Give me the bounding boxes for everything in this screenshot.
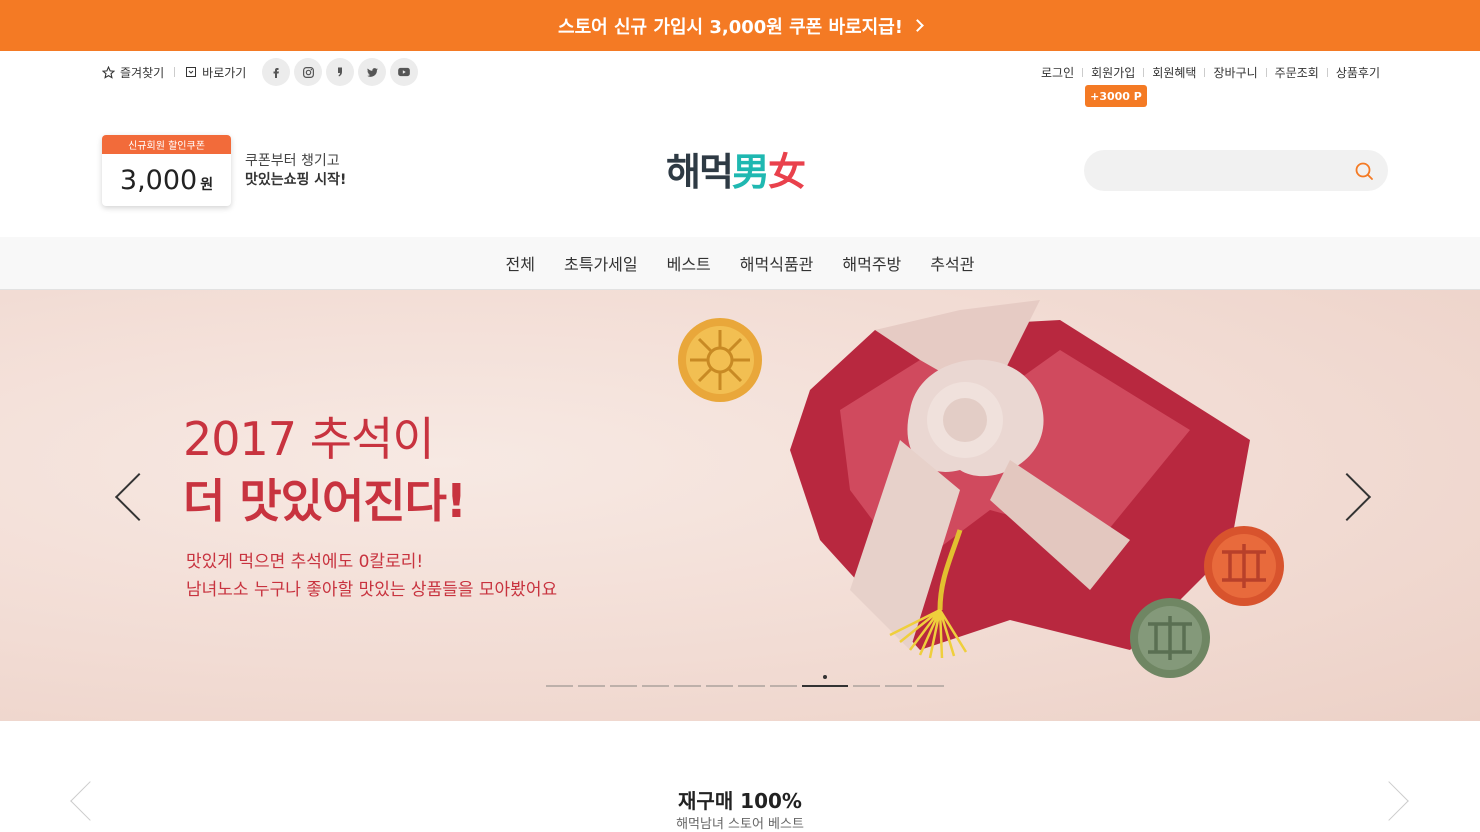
chevron-right-icon: [911, 19, 924, 32]
points-badge: +3000 P: [1085, 85, 1147, 107]
coupon-tagline-line1: 쿠폰부터 챙기고: [245, 153, 340, 169]
reviews-link[interactable]: 상품후기: [1336, 64, 1380, 81]
facebook-icon[interactable]: [262, 58, 291, 86]
slider-dot[interactable]: [802, 675, 848, 687]
coupon-amount: 3,000 원: [102, 154, 231, 206]
slider-dot[interactable]: [642, 685, 669, 687]
divider: [1143, 68, 1145, 77]
youtube-icon[interactable]: [390, 58, 419, 86]
slider-dot[interactable]: [706, 685, 733, 687]
divider: [1082, 68, 1084, 77]
search-box: [1084, 150, 1388, 191]
logo-text-part1: 해먹: [666, 149, 734, 194]
nav-item-best[interactable]: 베스트: [667, 251, 711, 275]
nav-item-food-hall[interactable]: 해먹식품관: [740, 251, 814, 275]
signup-link[interactable]: 회원가입: [1091, 64, 1135, 81]
cart-link[interactable]: 장바구니: [1213, 64, 1257, 81]
logo-text-part2: 男: [731, 149, 770, 194]
bookmark-label: 즐겨찾기: [120, 65, 165, 80]
section-subtitle: 해먹남녀 스토어 베스트: [676, 817, 804, 832]
slider-prev-arrow-icon[interactable]: [114, 472, 164, 522]
slider-dot[interactable]: [917, 685, 944, 687]
search-icon[interactable]: [1352, 159, 1376, 183]
promo-text: 스토어 신규 가입시 3,000원 쿠폰 바로지급!: [558, 16, 903, 38]
slider-dot[interactable]: [885, 685, 912, 687]
hero-title-line1: 2017 추석이: [183, 412, 435, 466]
utility-left: 즐겨찾기 바로가기: [102, 58, 419, 86]
slider-dot[interactable]: [674, 685, 701, 687]
divider: [174, 67, 176, 77]
coupon-tagline-line2: 맛있는쇼핑 시작!: [245, 172, 347, 188]
twitter-icon[interactable]: [358, 58, 387, 86]
hero-title: 2017 추석이 더 맛있어진다!: [183, 408, 467, 532]
slider-dot[interactable]: [610, 685, 637, 687]
hero-subtitle-line2: 남녀노소 누구나 좋아할 맛있는 상품들을 모아봤어요: [186, 580, 558, 600]
order-lookup-link[interactable]: 주문조회: [1275, 64, 1319, 81]
utility-right: 로그인 회원가입 회원혜택 장바구니 주문조회 상품후기: [1041, 64, 1380, 81]
hero-subtitle: 맛있게 먹으면 추석에도 0칼로리! 남녀노소 누구나 좋아할 맛있는 상품들을…: [186, 548, 557, 604]
gift-bundle-illustration: [678, 300, 1284, 678]
divider: [1326, 68, 1328, 77]
nav-item-chuseok[interactable]: 추석관: [930, 251, 974, 275]
promo-banner[interactable]: 스토어 신규 가입시 3,000원 쿠폰 바로지급!: [0, 0, 1480, 51]
main-nav: 전체 초특가세일 베스트 해먹식품관 해먹주방 추석관: [0, 237, 1480, 290]
kakao-story-icon[interactable]: [326, 58, 355, 86]
shortcut-icon: [186, 67, 197, 77]
nav-item-kitchen[interactable]: 해먹주방: [842, 251, 901, 275]
site-logo[interactable]: 해먹 男 女: [666, 144, 806, 194]
login-link[interactable]: 로그인: [1041, 64, 1074, 81]
new-member-coupon[interactable]: 신규회원 할인쿠폰 3,000 원: [102, 135, 231, 206]
slider-dot[interactable]: [770, 685, 797, 687]
coupon-amount-number: 3,000: [119, 164, 198, 196]
bookmark-link[interactable]: 즐겨찾기: [102, 64, 164, 81]
social-icons: [262, 58, 419, 86]
hero-subtitle-line1: 맛있게 먹으면 추석에도 0칼로리!: [186, 552, 424, 572]
coupon-label: 신규회원 할인쿠폰: [102, 135, 231, 154]
logo-text-part3: 女: [767, 149, 806, 194]
slider-dot[interactable]: [546, 685, 573, 687]
shortcut-link[interactable]: 바로가기: [185, 64, 246, 81]
star-icon: [102, 65, 115, 79]
slider-dot[interactable]: [578, 685, 605, 687]
slider-next-arrow-icon[interactable]: [1322, 472, 1372, 522]
nav-item-super-sale[interactable]: 초특가세일: [564, 251, 638, 275]
hero-title-line2: 더 맛있어진다!: [183, 474, 467, 528]
divider: [1265, 68, 1267, 77]
coupon-amount-unit: 원: [200, 177, 214, 193]
divider: [1204, 68, 1206, 77]
hero-slider: 2017 추석이 더 맛있어진다! 맛있게 먹으면 추석에도 0칼로리! 남녀노…: [0, 290, 1480, 721]
slider-dot[interactable]: [738, 685, 765, 687]
section-title: 재구매 100%: [678, 789, 802, 813]
instagram-icon[interactable]: [294, 58, 323, 86]
search-input[interactable]: [1104, 150, 1344, 191]
slider-dot[interactable]: [853, 685, 880, 687]
shortcut-label: 바로가기: [202, 65, 247, 80]
slider-pagination: [546, 675, 944, 687]
member-benefits-link[interactable]: 회원혜택: [1152, 64, 1196, 81]
coupon-tagline: 쿠폰부터 챙기고 맛있는쇼핑 시작!: [245, 152, 346, 190]
nav-item-all[interactable]: 전체: [506, 251, 535, 275]
